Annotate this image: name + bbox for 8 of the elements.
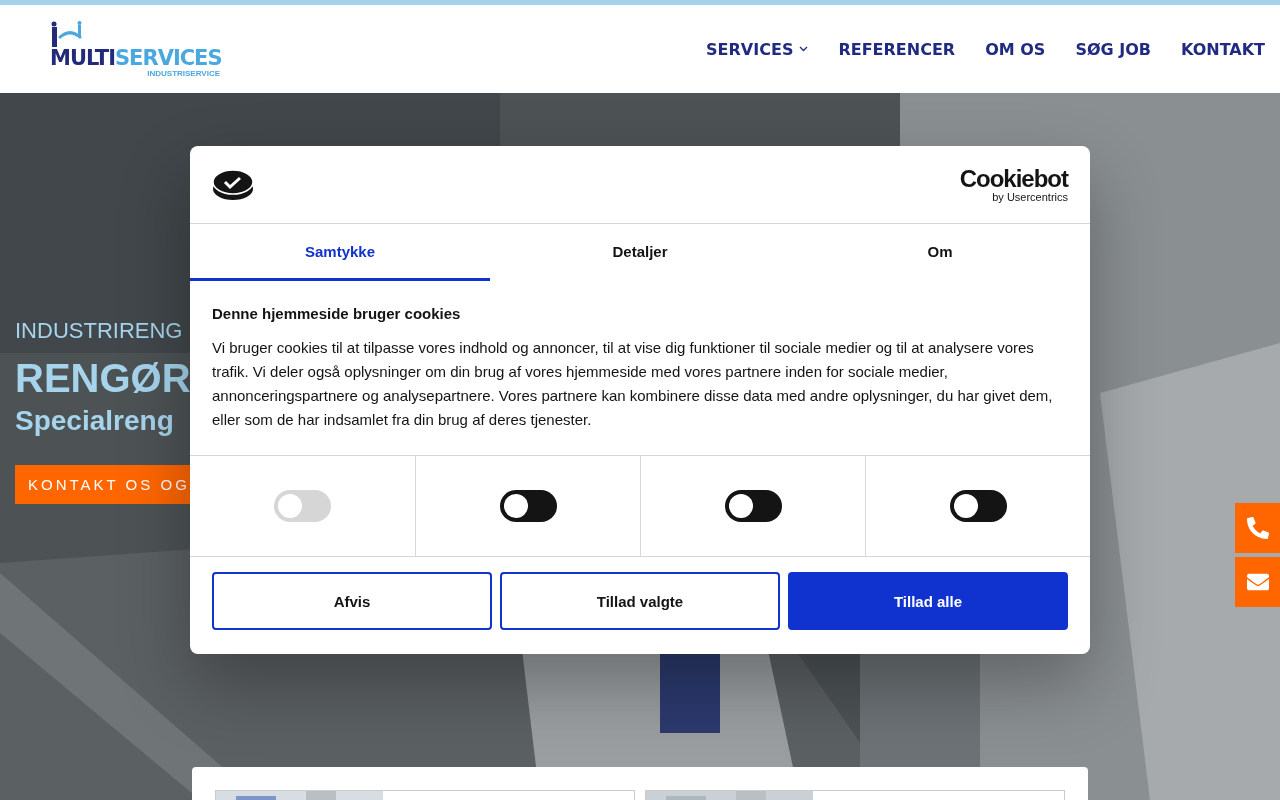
nav-link[interactable]: REFERENCER [838, 39, 956, 59]
nav-link[interactable]: KONTAKT [1180, 39, 1265, 59]
nav-link[interactable]: SØG JOB [1075, 39, 1151, 59]
logo-tagline: INDUSTRISERVICE [147, 68, 220, 78]
nav-link[interactable]: OM OS [985, 39, 1046, 59]
logo-icon [50, 20, 84, 47]
logo-wordmark[interactable]: MULTISERVICES [50, 46, 222, 69]
nav-link[interactable]: SERVICES [706, 39, 809, 59]
